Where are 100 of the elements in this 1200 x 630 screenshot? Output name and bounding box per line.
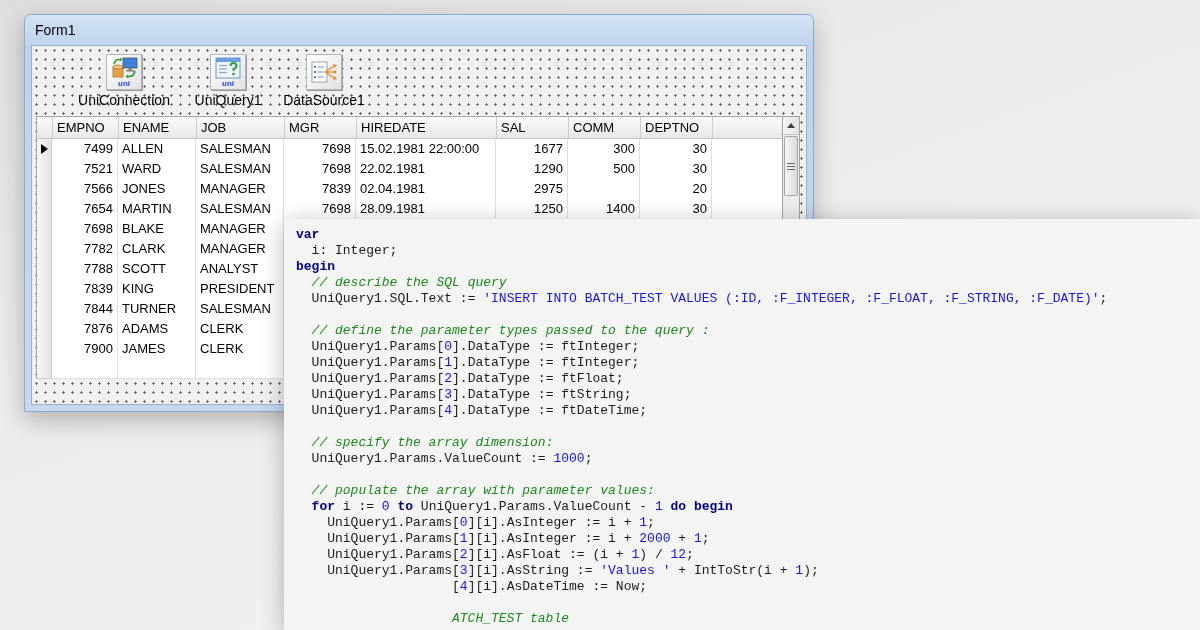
- table-cell: 1677: [496, 139, 568, 160]
- code-line: UniQuery1.Params[3][i].AsString := 'Values ' + IntToStr(i + 1);: [326, 563, 819, 579]
- window-title: Form1: [35, 22, 76, 38]
- code-line: UniQuery1.Params[2][i].AsFloat := (i + 1) / 12;: [326, 547, 694, 563]
- code-line: ATCH_TEST table: [450, 611, 570, 627]
- table-cell: 7521: [52, 159, 118, 180]
- component-label: DataSource1: [283, 92, 365, 108]
- table-cell: 7499: [52, 139, 118, 160]
- table-cell: SALESMAN: [196, 139, 284, 160]
- table-cell: 02.04.1981: [356, 179, 496, 200]
- code-line: var: [296, 227, 320, 243]
- table-cell: 30: [640, 199, 712, 220]
- table-cell: ADAMS: [118, 319, 196, 340]
- code-line: UniQuery1.Params[4].DataType := ftDateTime;: [310, 403, 648, 419]
- table-cell: WARD: [118, 159, 196, 180]
- code-line: UniQuery1.Params[3].DataType := ftString;: [310, 387, 632, 403]
- table-cell: 28.09.1981: [356, 199, 496, 220]
- table-cell: 7566: [52, 179, 118, 200]
- code-line: UniQuery1.Params[0][i].AsInteger := i + 1;: [326, 515, 655, 531]
- table-cell: 7698: [284, 159, 356, 180]
- table-cell: 7782: [52, 239, 118, 260]
- table-cell: MANAGER: [196, 219, 284, 240]
- table-cell: ANALYST: [196, 259, 284, 280]
- column-header[interactable]: SAL: [497, 117, 569, 138]
- table-cell: 7698: [284, 139, 356, 160]
- table-cell: SALESMAN: [196, 199, 284, 220]
- table-cell: BLAKE: [118, 219, 196, 240]
- component-label: UniConnection: [78, 92, 170, 108]
- table-cell: 7839: [284, 179, 356, 200]
- code-line: UniQuery1.Params[2].DataType := ftFloat;: [310, 371, 624, 387]
- table-cell: ALLEN: [118, 139, 196, 160]
- table-cell: MANAGER: [196, 179, 284, 200]
- code-line: [4][i].AsDateTime := Now;: [451, 579, 648, 595]
- table-cell: KING: [118, 279, 196, 300]
- code-line: UniQuery1.Params[0].DataType := ftInteger;: [310, 339, 640, 355]
- component-button[interactable]: uni: [106, 54, 142, 90]
- table-cell: JONES: [118, 179, 196, 200]
- scroll-up-button[interactable]: [783, 117, 799, 135]
- code-line: i: Integer;: [310, 243, 398, 259]
- table-cell: PRESIDENT: [196, 279, 284, 300]
- code-line: for i := 0 to UniQuery1.Params.ValueCount - 1 do begin: [310, 499, 733, 515]
- table-cell: 7788: [52, 259, 118, 280]
- table-cell: 500: [568, 159, 640, 180]
- table-cell: CLERK: [196, 319, 284, 340]
- table-cell: 22.02.1981: [356, 159, 496, 180]
- scrollbar-track[interactable]: [782, 116, 800, 219]
- table-cell: JAMES: [118, 339, 196, 360]
- window-question-icon: [214, 56, 242, 79]
- code-line: // define the parameter types passed to the query :: [310, 323, 710, 339]
- table-cell: CLERK: [196, 339, 284, 360]
- component-button[interactable]: [306, 54, 342, 90]
- logo-text: uni: [222, 79, 234, 88]
- column-header[interactable]: ENAME: [119, 117, 197, 138]
- component-button[interactable]: uni: [210, 54, 246, 90]
- component-label: UniQuery1: [194, 92, 262, 108]
- code-line: UniQuery1.SQL.Text := 'INSERT INTO BATCH_TEST VALUES (:ID, :F_INTEGER, :F_FLOAT, :F_STRING, :F_DATE)';: [310, 291, 1108, 307]
- table-cell: CLARK: [118, 239, 196, 260]
- table-cell: 30: [640, 139, 712, 160]
- grip-lines-icon: [787, 162, 795, 170]
- table-cell: SCOTT: [118, 259, 196, 280]
- code-line: UniQuery1.Params.ValueCount := 1000;: [310, 451, 593, 467]
- table-cell: 1250: [496, 199, 568, 220]
- table-cell: 300: [568, 139, 640, 160]
- table-cell: SALESMAN: [196, 299, 284, 320]
- table-cell: MANAGER: [196, 239, 284, 260]
- code-line: UniQuery1.Params[1].DataType := ftInteger;: [310, 355, 640, 371]
- column-header[interactable]: MGR: [285, 117, 357, 138]
- column-header[interactable]: DEPTNO: [641, 117, 713, 138]
- scrollbar-thumb[interactable]: [784, 136, 798, 196]
- table-cell: 15.02.1981 22:00:00: [356, 139, 496, 160]
- row-selector[interactable]: [36, 139, 52, 160]
- code-line: begin: [296, 259, 335, 275]
- table-cell: 7698: [284, 199, 356, 220]
- table-cell: 7698: [52, 219, 118, 240]
- database-monitor-icon: [110, 56, 138, 79]
- table-cell: 7844: [52, 299, 118, 320]
- table-cell: 7839: [52, 279, 118, 300]
- table-cell: 7654: [52, 199, 118, 220]
- code-line: // describe the SQL query: [310, 275, 507, 291]
- table-cell: 20: [640, 179, 712, 200]
- table-cell: 1400: [568, 199, 640, 220]
- column-header[interactable]: EMPNO: [53, 117, 119, 138]
- code-line: UniQuery1.Params[1][i].AsInteger := i + 2000 + 1;: [326, 531, 710, 547]
- column-header[interactable]: HIREDATE: [357, 117, 497, 138]
- triangle-icon: [40, 143, 48, 154]
- column-header[interactable]: COMM: [569, 117, 641, 138]
- column-header[interactable]: JOB: [197, 117, 285, 138]
- logo-text: uni: [118, 79, 130, 88]
- table-cell: 7900: [52, 339, 118, 360]
- table-cell: 30: [640, 159, 712, 180]
- code-line: // specify the array dimension:: [310, 435, 554, 451]
- table-cell: TURNER: [118, 299, 196, 320]
- list-arrows-icon: [310, 58, 338, 86]
- triangle-up-icon: [787, 123, 795, 128]
- code-line: // populate the array with parameter values:: [310, 483, 655, 499]
- table-cell: SALESMAN: [196, 159, 284, 180]
- table-cell: MARTIN: [118, 199, 196, 220]
- table-cell: 7876: [52, 319, 118, 340]
- table-cell: 1290: [496, 159, 568, 180]
- table-cell: 2975: [496, 179, 568, 200]
